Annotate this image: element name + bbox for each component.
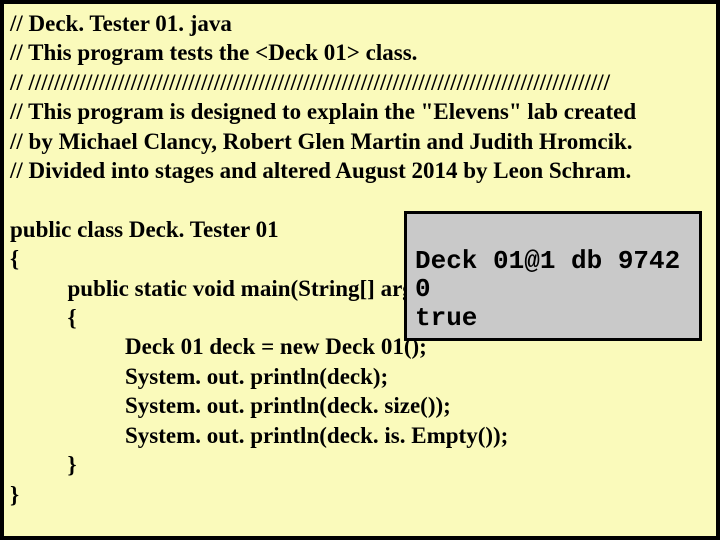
comment-line-4: // This program is designed to explain t… xyxy=(10,97,710,126)
output-box: Deck 01@1 db 9742 0 true xyxy=(404,211,702,341)
comment-line-5: // by Michael Clancy, Robert Glen Martin… xyxy=(10,127,710,156)
output-line-1: Deck 01@1 db 9742 xyxy=(415,246,680,276)
slide: // Deck. Tester 01. java // This program… xyxy=(4,4,716,536)
statement-2: System. out. println(deck); xyxy=(10,362,710,391)
output-line-2: 0 xyxy=(415,274,431,304)
brace-close-2: } xyxy=(10,450,710,479)
brace-close-1: } xyxy=(10,480,710,509)
comment-line-2: // This program tests the <Deck 01> clas… xyxy=(10,38,710,67)
output-line-3: true xyxy=(415,303,477,333)
statement-3: System. out. println(deck. size()); xyxy=(10,391,710,420)
comment-line-1: // Deck. Tester 01. java xyxy=(10,9,710,38)
comment-line-3: // /////////////////////////////////////… xyxy=(10,68,710,97)
statement-4: System. out. println(deck. is. Empty()); xyxy=(10,421,710,450)
comment-line-6: // Divided into stages and altered Augus… xyxy=(10,156,710,185)
